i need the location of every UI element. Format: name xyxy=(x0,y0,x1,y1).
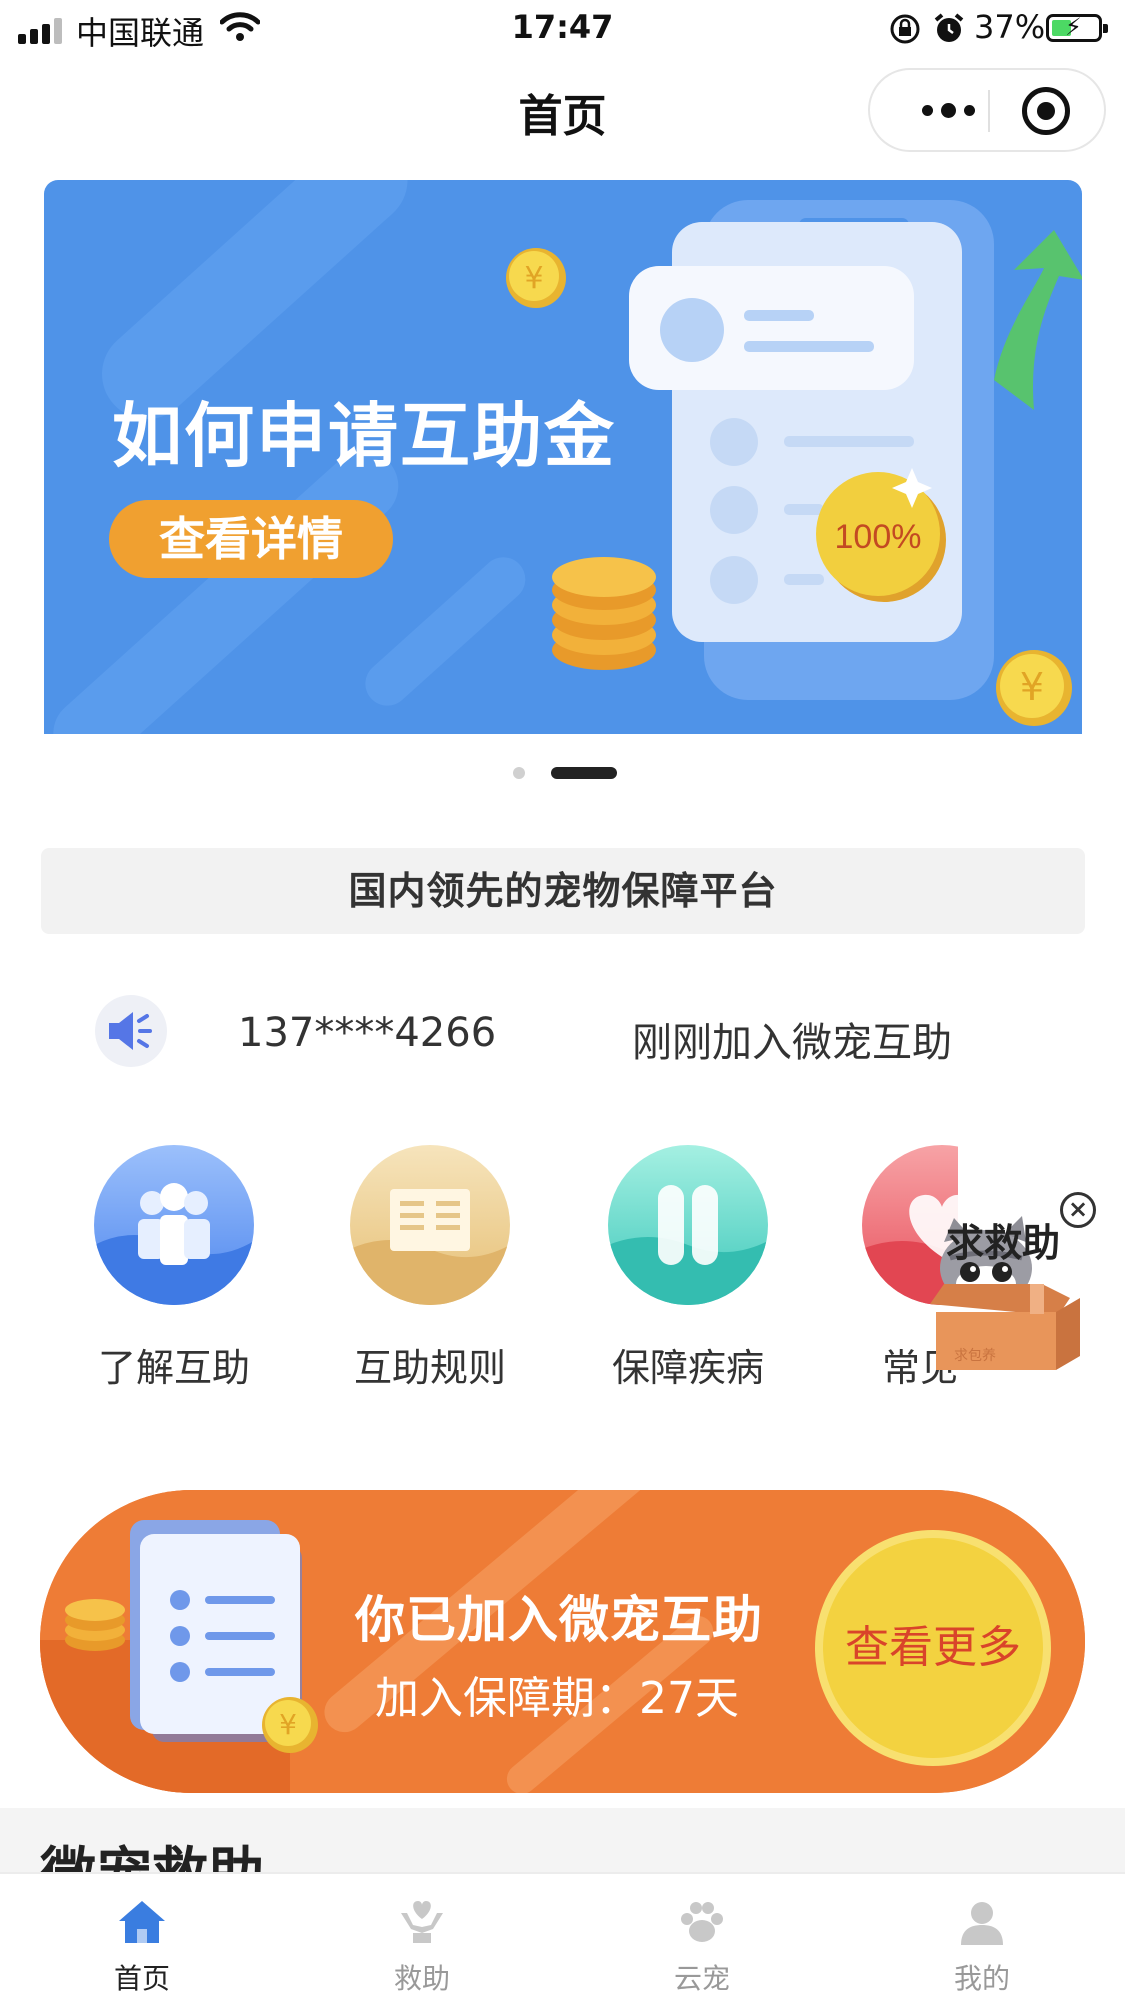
tab-mine[interactable]: 我的 xyxy=(882,1895,1082,1997)
tab-home[interactable]: 首页 xyxy=(42,1895,242,1997)
entry-covered-diseases[interactable]: 保障疾病 xyxy=(604,1145,772,1392)
banner[interactable]: 100% ¥ ¥ 如何申请互助金 查看详情 xyxy=(44,180,1082,734)
battery-icon: ⚡ xyxy=(1046,14,1108,42)
member-card-title: 你已加入微宠互助 xyxy=(355,1591,763,1649)
paw-icon xyxy=(602,1895,802,1949)
carousel-dot[interactable] xyxy=(513,767,525,779)
hands-heart-icon xyxy=(322,1895,522,1949)
home-icon xyxy=(42,1895,242,1949)
carousel-dot-active[interactable] xyxy=(551,767,617,779)
banner-title: 如何申请互助金 xyxy=(112,395,616,477)
view-details-button[interactable]: 查看详情 xyxy=(109,500,393,578)
miniprogram-capsule xyxy=(868,68,1106,152)
svg-text:¥: ¥ xyxy=(279,1708,297,1741)
orientation-lock-icon xyxy=(890,14,920,44)
entry-label: 了解互助 xyxy=(97,1346,250,1390)
more-menu-icon[interactable] xyxy=(908,90,988,130)
entry-label: 互助规则 xyxy=(353,1346,506,1390)
entry-label: 保障疾病 xyxy=(611,1346,764,1390)
capsule-pill-icon xyxy=(608,1145,768,1305)
box-text: 求包养 xyxy=(954,1348,996,1364)
status-bar: 中国联通 17:47 37% ⚡ xyxy=(0,0,1125,58)
tab-label: 云宠 xyxy=(673,1962,730,1995)
svg-text:¥: ¥ xyxy=(1020,665,1044,709)
tab-label: 首页 xyxy=(113,1962,170,1995)
section-title: 微宠救助 xyxy=(40,1842,264,1876)
member-card-subtitle: 加入保障期：27天 xyxy=(375,1673,739,1724)
svg-text:100%: 100% xyxy=(835,518,922,556)
notice-phone: 137****4266 xyxy=(238,1010,497,1056)
entry-rules[interactable]: 互助规则 xyxy=(346,1145,514,1392)
view-more-button[interactable]: 查看更多 xyxy=(815,1530,1051,1766)
tab-label: 救助 xyxy=(393,1962,450,1995)
close-miniprogram-icon[interactable] xyxy=(1022,87,1070,135)
user-icon xyxy=(882,1895,1082,1949)
notice-text: 刚刚加入微宠互助 xyxy=(632,1020,952,1066)
book-icon xyxy=(350,1145,510,1305)
entry-learn-mutual-aid[interactable]: 了解互助 xyxy=(90,1145,258,1392)
tab-rescue[interactable]: 救助 xyxy=(322,1895,522,1997)
ask-for-help-label: 求救助 xyxy=(946,1221,1061,1265)
battery-percent: 37% xyxy=(974,8,1046,46)
slogan-bar: 国内领先的宠物保障平台 xyxy=(41,848,1085,934)
coin-symbol: ¥ xyxy=(524,261,543,296)
speaker-icon xyxy=(95,995,167,1067)
close-float-icon[interactable]: × xyxy=(1060,1192,1096,1228)
tab-cloud-pet[interactable]: 云宠 xyxy=(602,1895,802,1997)
tab-label: 我的 xyxy=(953,1962,1010,1995)
alarm-icon xyxy=(934,13,964,42)
group-icon xyxy=(94,1145,254,1305)
